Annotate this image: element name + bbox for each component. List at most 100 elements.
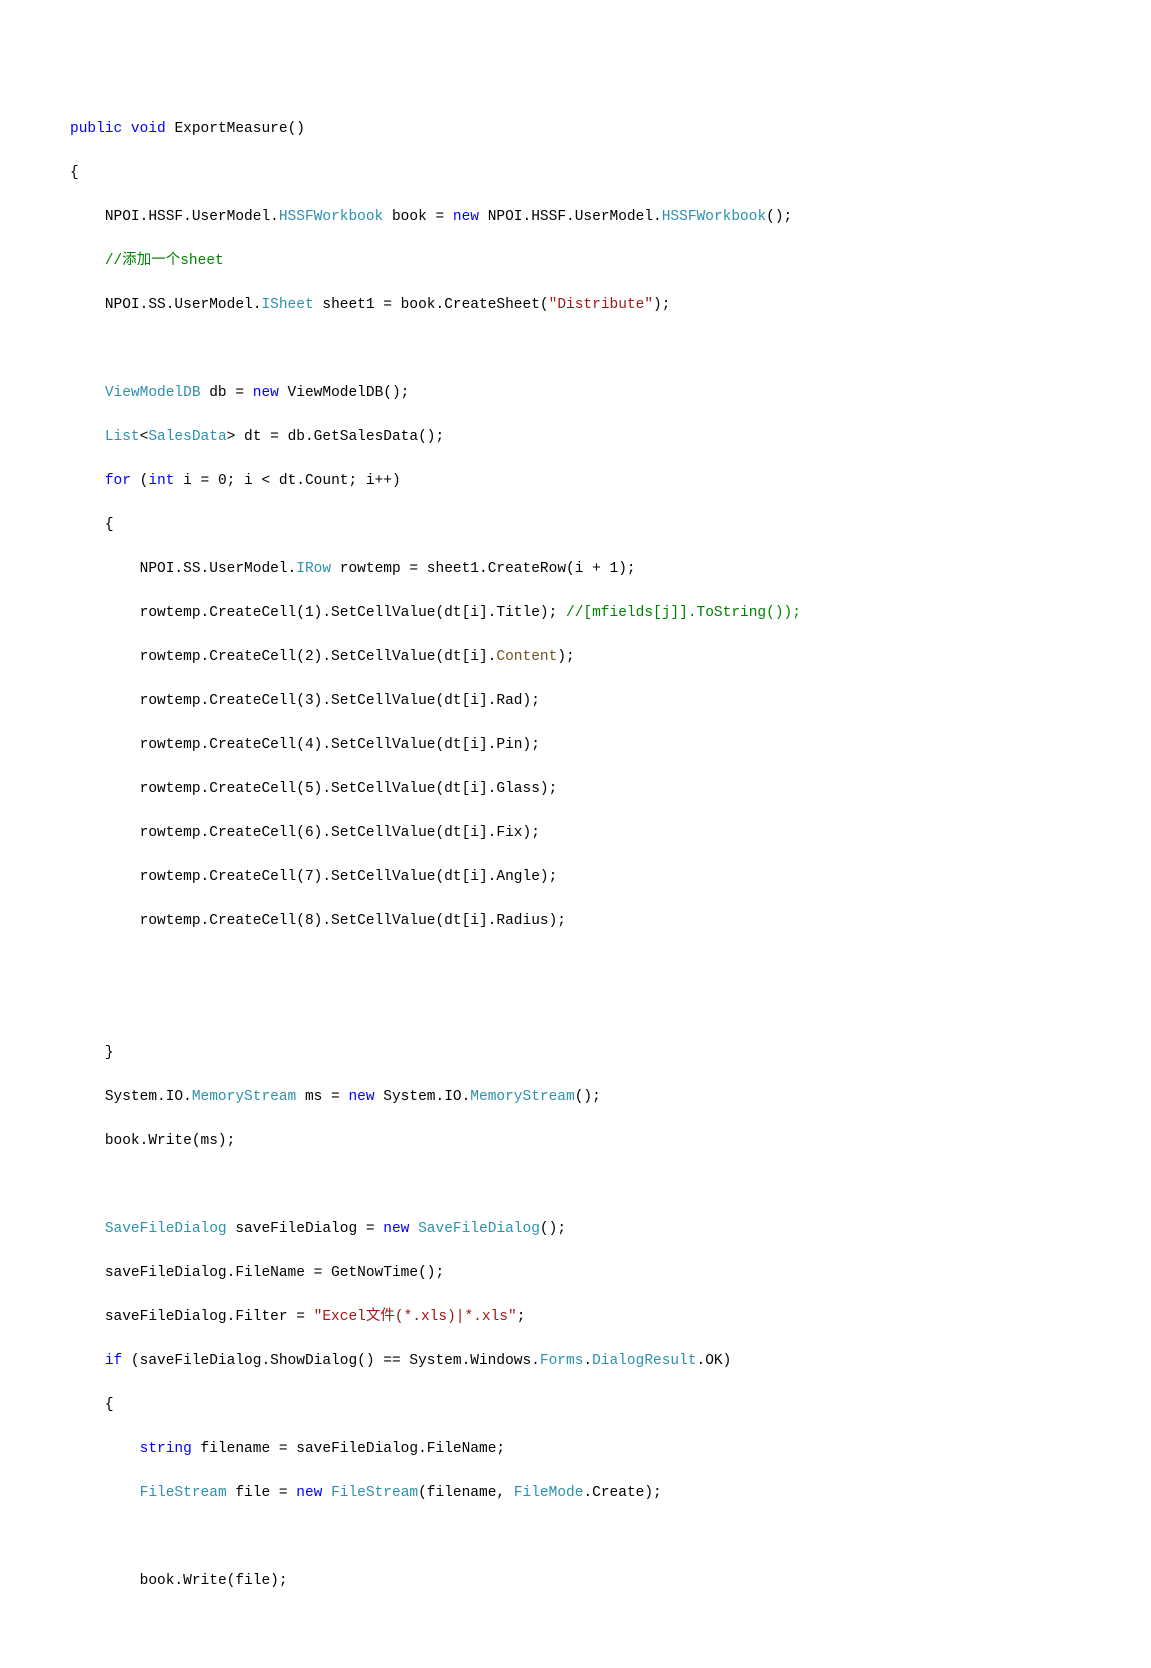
type: ViewModelDB — [105, 385, 201, 401]
code-line-blank — [70, 1174, 1151, 1196]
text: rowtemp.CreateCell( — [140, 737, 305, 753]
code-line-blank — [70, 954, 1151, 976]
text — [409, 1221, 418, 1237]
text: saveFileDialog.FileName = GetNowTime(); — [105, 1265, 444, 1281]
code-line: { — [70, 514, 1151, 536]
type: ISheet — [261, 297, 313, 313]
keyword: new — [383, 1221, 409, 1237]
text: file = — [227, 1485, 297, 1501]
text: ).SetCellValue(dt[i].Title); — [314, 605, 566, 621]
text: db = — [201, 385, 253, 401]
text: (); — [540, 1221, 566, 1237]
text: ); — [618, 561, 635, 577]
text: () — [288, 121, 305, 137]
text: . — [583, 1353, 592, 1369]
text: saveFileDialog = — [227, 1221, 384, 1237]
namespace: NPOI.HSSF.UserModel. — [105, 209, 279, 225]
code-line: public void ExportMeasure() — [70, 118, 1151, 140]
text: dt = db.GetSalesData(); — [235, 429, 444, 445]
namespace: System.IO. — [375, 1089, 471, 1105]
type: SaveFileDialog — [418, 1221, 540, 1237]
number: 4 — [305, 737, 314, 753]
code-line: { — [70, 1394, 1151, 1416]
method-name: ExportMeasure — [174, 121, 287, 137]
text: ).SetCellValue(dt[i].Fix); — [314, 825, 540, 841]
text: rowtemp.CreateCell( — [140, 693, 305, 709]
code-line: saveFileDialog.Filter = "Excel文件(*.xls)|… — [70, 1306, 1151, 1328]
text: book = — [383, 209, 453, 225]
number: 7 — [305, 869, 314, 885]
keyword: if — [105, 1353, 122, 1369]
text: rowtemp = sheet1.CreateRow(i + — [331, 561, 609, 577]
property: Content — [496, 649, 557, 665]
type: Forms — [540, 1353, 584, 1369]
code-line: } — [70, 1042, 1151, 1064]
text: rowtemp.CreateCell( — [140, 649, 305, 665]
code-line: { — [70, 162, 1151, 184]
type: MemoryStream — [470, 1089, 574, 1105]
keyword: for — [105, 473, 131, 489]
code-line: NPOI.SS.UserModel.IRow rowtemp = sheet1.… — [70, 558, 1151, 580]
text: (filename, — [418, 1485, 514, 1501]
text: book.Write(file); — [140, 1573, 288, 1589]
namespace: NPOI.HSSF.UserModel. — [479, 209, 662, 225]
number: 3 — [305, 693, 314, 709]
comment: //添加一个sheet — [105, 253, 224, 269]
code-line-blank — [70, 998, 1151, 1020]
text: ).SetCellValue(dt[i].Angle); — [314, 869, 558, 885]
text: (); — [383, 385, 409, 401]
text: (); — [766, 209, 792, 225]
number: 0 — [218, 473, 227, 489]
type: FileMode — [514, 1485, 584, 1501]
code-line: rowtemp.CreateCell(6).SetCellValue(dt[i]… — [70, 822, 1151, 844]
type: FileStream — [331, 1485, 418, 1501]
code-editor[interactable]: public void ExportMeasure() { NPOI.HSSF.… — [70, 118, 1151, 1592]
type: HSSFWorkbook — [662, 209, 766, 225]
type: SalesData — [148, 429, 226, 445]
keyword: new — [253, 385, 279, 401]
type: HSSFWorkbook — [279, 209, 383, 225]
code-line-blank — [70, 338, 1151, 360]
text: ); — [557, 649, 574, 665]
code-line: //添加一个sheet — [70, 250, 1151, 272]
code-line: book.Write(ms); — [70, 1130, 1151, 1152]
text: saveFileDialog.Filter = — [105, 1309, 314, 1325]
text: ; i < dt.Count; i++) — [227, 473, 401, 489]
text: rowtemp.CreateCell( — [140, 869, 305, 885]
text: ( — [131, 473, 148, 489]
type: DialogResult — [592, 1353, 696, 1369]
text: filename = saveFileDialog.FileName; — [192, 1441, 505, 1457]
brace: { — [70, 165, 79, 181]
text: rowtemp.CreateCell( — [140, 605, 305, 621]
text: ms = — [296, 1089, 348, 1105]
keyword: string — [140, 1441, 192, 1457]
code-line: if (saveFileDialog.ShowDialog() == Syste… — [70, 1350, 1151, 1372]
code-line: rowtemp.CreateCell(8).SetCellValue(dt[i]… — [70, 910, 1151, 932]
type: List — [105, 429, 140, 445]
code-line: saveFileDialog.FileName = GetNowTime(); — [70, 1262, 1151, 1284]
code-line: rowtemp.CreateCell(3).SetCellValue(dt[i]… — [70, 690, 1151, 712]
brace: } — [105, 1045, 114, 1061]
text: ).SetCellValue(dt[i].Pin); — [314, 737, 540, 753]
code-line-blank — [70, 1526, 1151, 1548]
code-line: NPOI.HSSF.UserModel.HSSFWorkbook book = … — [70, 206, 1151, 228]
type: IRow — [296, 561, 331, 577]
text: rowtemp.CreateCell( — [140, 781, 305, 797]
namespace: NPOI.SS.UserModel. — [140, 561, 297, 577]
code-line: book.Write(file); — [70, 1570, 1151, 1592]
text: .OK) — [697, 1353, 732, 1369]
text: rowtemp.CreateCell( — [140, 825, 305, 841]
number: 1 — [305, 605, 314, 621]
number: 1 — [610, 561, 619, 577]
number: 8 — [305, 913, 314, 929]
text: (saveFileDialog.ShowDialog() == System.W… — [122, 1353, 540, 1369]
keyword: new — [348, 1089, 374, 1105]
code-line: rowtemp.CreateCell(2).SetCellValue(dt[i]… — [70, 646, 1151, 668]
text: ).SetCellValue(dt[i].Glass); — [314, 781, 558, 797]
text: ).SetCellValue(dt[i]. — [314, 649, 497, 665]
brace: { — [105, 517, 114, 533]
type: MemoryStream — [192, 1089, 296, 1105]
code-line: ViewModelDB db = new ViewModelDB(); — [70, 382, 1151, 404]
text: ); — [653, 297, 670, 313]
code-line: List<SalesData> dt = db.GetSalesData(); — [70, 426, 1151, 448]
